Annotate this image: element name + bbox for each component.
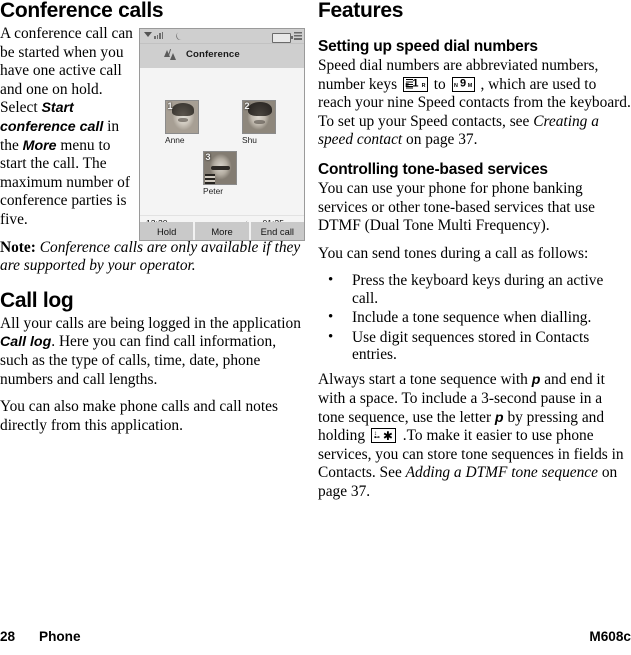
list-item-text: Use digit sequences stored in Contacts e… xyxy=(352,328,590,363)
speed-dial-page-ref: on page 37. xyxy=(402,131,478,149)
section-title-tone-services: Controlling tone-based services xyxy=(318,160,548,178)
note-label: Note: xyxy=(0,238,36,256)
signal-bar xyxy=(156,34,159,39)
conference-app-icon xyxy=(164,48,179,63)
paragraph-tone-sequence-rules: Always start a tone sequence with p and … xyxy=(318,371,631,501)
signal-bar xyxy=(161,31,164,39)
note-body: Conference calls are only available if t… xyxy=(0,238,301,275)
list-item-text: Press the keyboard keys during an active… xyxy=(352,272,604,307)
key-star-glyph: ✱ xyxy=(382,428,393,443)
key-star-lower-mark: ⊷ xyxy=(373,434,380,441)
bullet-icon: • xyxy=(328,328,334,345)
signal-strength-icon xyxy=(144,31,164,39)
key-1-right-letter: R xyxy=(421,83,426,89)
avatar: 2 xyxy=(242,100,276,134)
page-title-conference-calls: Conference calls xyxy=(0,0,164,22)
participant-number: 2 xyxy=(244,101,250,111)
list-item: • Press the keyboard keys during an activ… xyxy=(318,272,631,307)
key-9-left-letter: N xyxy=(453,83,458,89)
bullet-icon: • xyxy=(328,272,334,289)
footer-page-number: 28 xyxy=(0,629,16,644)
avatar: 1 xyxy=(165,100,199,134)
page-title-features: Features xyxy=(318,0,404,22)
participant-number: 3 xyxy=(205,152,211,162)
emphasis-call-log: Call log xyxy=(0,334,52,351)
conference-participants-area: 1 Anne 2 Shu 3 Peter xyxy=(140,68,304,215)
key-9-icon: 9N M xyxy=(451,76,475,92)
list-item: • Use digit sequences stored in Contacts … xyxy=(318,329,631,364)
cross-reference-dtmf-sequence: Adding a DTMF tone sequence xyxy=(405,464,598,482)
emphasis-p-letter: p xyxy=(494,409,504,426)
paragraph-conference-intro: A conference call can be started when yo… xyxy=(0,25,133,230)
participant-shu[interactable]: 2 Shu xyxy=(242,100,276,145)
paragraph-speed-dial: Speed dial numbers are abbreviated numbe… xyxy=(318,57,631,150)
section-title-call-log: Call log xyxy=(0,288,74,312)
section-title-speed-dial: Setting up speed dial numbers xyxy=(318,38,538,55)
paragraph-call-log: All your calls are being logged in the a… xyxy=(0,315,302,389)
network-activity-icon xyxy=(294,32,302,40)
signal-bar xyxy=(159,33,161,39)
key-9-digit: 9 xyxy=(460,77,467,90)
document-page: Conference calls A conference call can b… xyxy=(0,0,631,655)
speed-dial-text-mid: to xyxy=(429,75,450,93)
key-star-icon: ↕ ⊷ ✱ xyxy=(370,428,396,444)
softkey-end-call[interactable]: End call xyxy=(250,222,304,240)
softkey-hold[interactable]: Hold xyxy=(140,222,196,240)
key-9-right-letter: M xyxy=(467,83,473,89)
battery-icon xyxy=(272,32,293,43)
participant-name: Shu xyxy=(242,135,257,145)
signal-bar xyxy=(154,36,156,39)
list-item: • Include a tone sequence when dialling. xyxy=(318,309,631,326)
list-item-text: Include a tone sequence when dialling. xyxy=(352,309,592,327)
phone-softkey-bar: Hold More End call xyxy=(140,222,304,240)
footer-section-name: Phone xyxy=(39,629,81,644)
phone-screenshot-figure: Conference 1 Anne 2 Shu 3 Peter Hold Mor… xyxy=(139,28,305,241)
active-call-handset-icon xyxy=(174,30,186,42)
participant-name: Peter xyxy=(203,186,224,196)
conference-icon-shape xyxy=(170,53,176,60)
bullet-icon: • xyxy=(328,309,334,326)
tone-methods-list: • Press the keyboard keys during an activ… xyxy=(318,272,631,363)
right-column: Features Setting up speed dial numbers S… xyxy=(318,0,631,511)
paragraph-call-notes: You can also make phone calls and call n… xyxy=(0,398,278,434)
left-column-text-flow: A conference call can be started when yo… xyxy=(0,25,133,230)
participant-anne[interactable]: 1 Anne xyxy=(165,100,199,145)
key-1-icon: 1E R xyxy=(402,76,428,92)
note-conference-availability: Note: Conference calls are only availabl… xyxy=(0,239,302,276)
participant-number: 1 xyxy=(167,101,173,111)
participant-peter[interactable]: 3 Peter xyxy=(203,151,237,196)
emphasis-more: More xyxy=(22,137,57,154)
phone-screen-title: Conference xyxy=(186,49,240,60)
phone-title-bar: Conference xyxy=(140,44,304,68)
softkey-more[interactable]: More xyxy=(195,222,251,240)
paragraph-tone-services: You can use your phone for phone banking… xyxy=(318,179,595,235)
footer-model-name: M608c xyxy=(589,629,631,644)
key-1-left-letter: E xyxy=(405,83,409,89)
call-log-text-pre: All your calls are being logged in the a… xyxy=(0,314,301,332)
key-1-digit: 1 xyxy=(412,77,419,90)
page-footer: 28 Phone M608c xyxy=(0,629,631,647)
participant-name: Anne xyxy=(165,135,185,145)
always-text-pre: Always start a tone sequence with xyxy=(318,371,532,389)
network-triangle-icon xyxy=(144,32,152,37)
paragraph-send-tones: You can send tones during a call as foll… xyxy=(318,244,589,262)
phone-status-bar xyxy=(140,29,304,44)
avatar: 3 xyxy=(203,151,237,185)
